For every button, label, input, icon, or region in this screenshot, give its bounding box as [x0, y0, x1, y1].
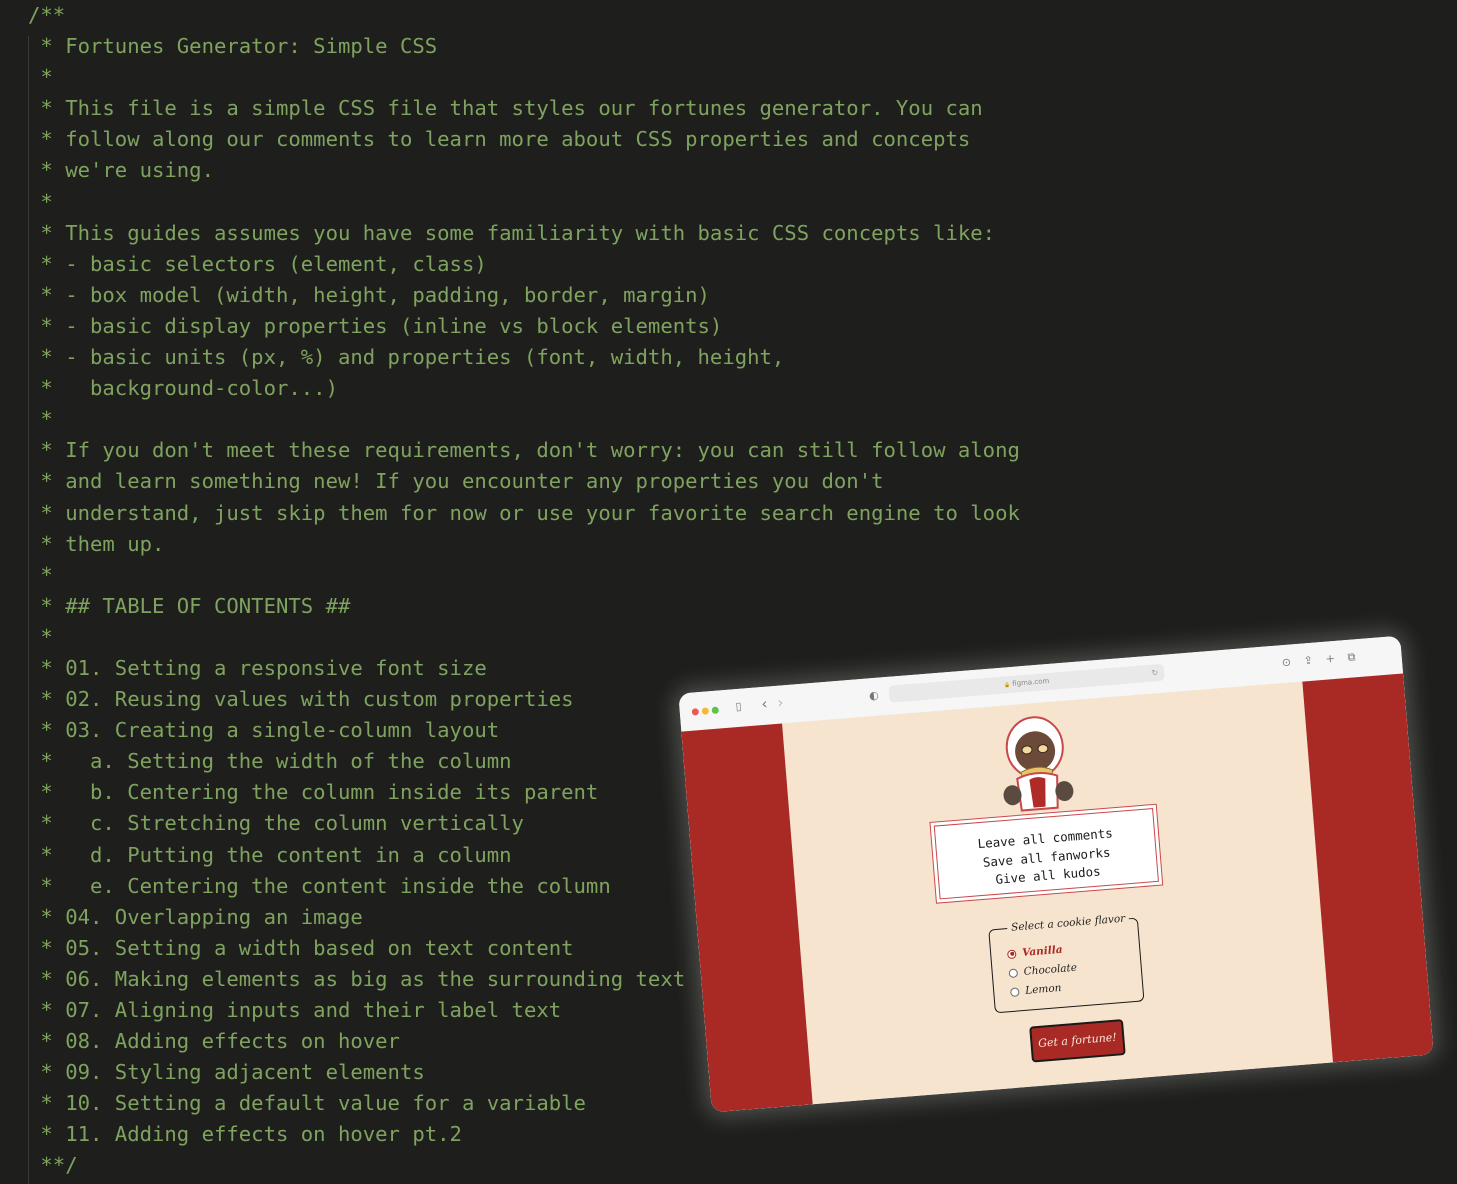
- flavor-fieldset: Select a cookie flavor Vanilla Chocolate…: [988, 910, 1145, 1014]
- plus-icon[interactable]: +: [1325, 651, 1335, 668]
- tabs-icon[interactable]: ⧉: [1347, 649, 1356, 666]
- code-line[interactable]: *: [28, 62, 1020, 93]
- code-line[interactable]: *: [28, 622, 1020, 653]
- code-line[interactable]: * we're using.: [28, 155, 1020, 186]
- code-line[interactable]: *: [28, 187, 1020, 218]
- flavor-label: Vanilla: [1021, 943, 1063, 959]
- radio-button[interactable]: [1009, 986, 1020, 997]
- code-line[interactable]: * follow along our comments to learn mor…: [28, 124, 1020, 155]
- code-line[interactable]: *: [28, 560, 1020, 591]
- code-line[interactable]: * - basic selectors (element, class): [28, 249, 1020, 280]
- get-fortune-button[interactable]: Get a fortune!: [1029, 1019, 1126, 1063]
- chevron-right-icon[interactable]: ›: [777, 693, 784, 711]
- code-line[interactable]: * understand, just skip them for now or …: [28, 498, 1020, 529]
- download-icon[interactable]: ⊙: [1281, 654, 1291, 671]
- reload-icon[interactable]: ↻: [1151, 664, 1159, 681]
- code-line[interactable]: * This file is a simple CSS file that st…: [28, 93, 1020, 124]
- flavor-label: Chocolate: [1023, 961, 1078, 978]
- chevron-left-icon[interactable]: ‹: [761, 695, 768, 713]
- code-line[interactable]: * them up.: [28, 529, 1020, 560]
- minimize-window-button[interactable]: [701, 707, 710, 715]
- code-line[interactable]: * This guides assumes you have some fami…: [28, 218, 1020, 249]
- code-line[interactable]: * and learn something new! If you encoun…: [28, 466, 1020, 497]
- zoom-window-button[interactable]: [711, 706, 720, 715]
- code-line[interactable]: *: [28, 404, 1020, 435]
- shield-icon[interactable]: ◐: [869, 688, 880, 705]
- fortune-page: Leave all comments Save all fanworks Giv…: [681, 673, 1434, 1113]
- close-window-button[interactable]: [691, 708, 700, 716]
- code-line[interactable]: * 11. Adding effects on hover pt.2: [28, 1119, 1020, 1150]
- share-icon[interactable]: ⇪: [1303, 653, 1313, 670]
- radio-button[interactable]: [1006, 948, 1017, 959]
- radio-button[interactable]: [1008, 967, 1019, 978]
- sidebar-icon[interactable]: ▯: [735, 699, 742, 715]
- lock-icon: 🔒: [1003, 682, 1011, 689]
- flavor-option-chocolate[interactable]: Chocolate: [1008, 961, 1077, 980]
- code-line[interactable]: * background-color...): [28, 373, 1020, 404]
- flavor-option-vanilla[interactable]: Vanilla: [1006, 943, 1063, 961]
- flavor-option-lemon[interactable]: Lemon: [1009, 981, 1062, 999]
- flavor-label: Lemon: [1024, 981, 1062, 997]
- browser-window-screenshot: ▯ ‹ › ◐ 🔒 figma.com ↻ ⊙ ⇪ + ⧉ Leave all …: [678, 635, 1434, 1113]
- fortune-card: Leave all comments Save all fanworks Giv…: [929, 803, 1164, 904]
- flavor-legend: Select a cookie flavor: [1006, 910, 1130, 937]
- code-line[interactable]: * ## TABLE OF CONTENTS ##: [28, 591, 1020, 622]
- code-line[interactable]: * If you don't meet these requirements, …: [28, 435, 1020, 466]
- url: figma.com: [1011, 676, 1050, 688]
- code-line[interactable]: /**: [28, 0, 1020, 31]
- mascot-illustration: [1003, 716, 1074, 812]
- code-line[interactable]: * - basic units (px, %) and properties (…: [28, 342, 1020, 373]
- code-line[interactable]: * - basic display properties (inline vs …: [28, 311, 1020, 342]
- code-line[interactable]: * - box model (width, height, padding, b…: [28, 280, 1020, 311]
- code-line[interactable]: * Fortunes Generator: Simple CSS: [28, 31, 1020, 62]
- code-line[interactable]: **/: [28, 1150, 1020, 1181]
